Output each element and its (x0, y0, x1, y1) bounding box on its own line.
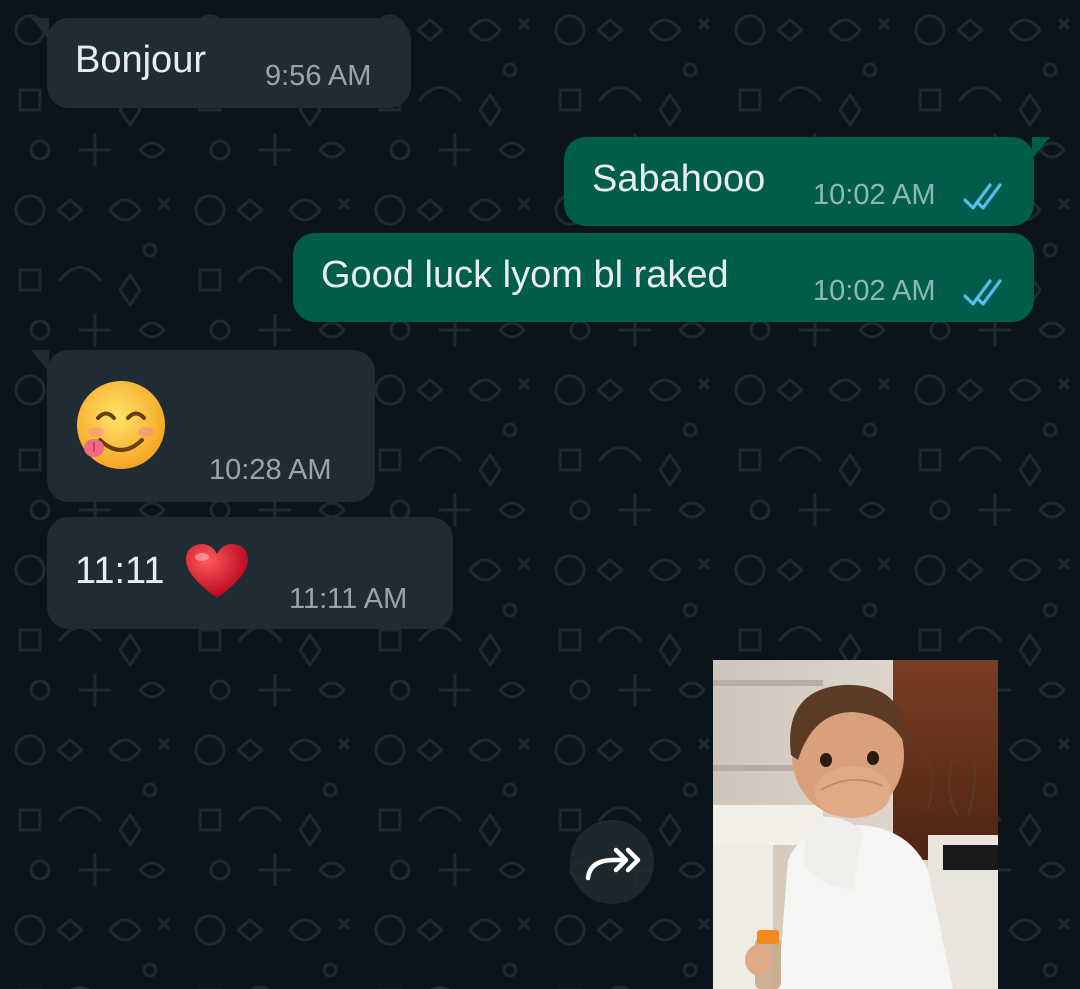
message-time: 10:02 AM (813, 275, 936, 307)
face-savoring-food-emoji (77, 381, 165, 469)
message-bubble-incoming[interactable]: Bonjour 9:56 AM (31, 18, 411, 108)
message-time: 9:56 AM (265, 60, 372, 92)
message-text: Sabahooo (592, 158, 766, 200)
message-bubble-incoming[interactable]: 11:11 11:11 AM (47, 517, 453, 629)
message-text: Good luck lyom bl raked (321, 254, 729, 296)
message-bubble-outgoing[interactable]: Sabahooo 10:02 AM (564, 137, 1050, 226)
message-time: 11:11 AM (289, 583, 408, 615)
bubble-tail (31, 350, 49, 372)
read-ticks-icon (963, 279, 1002, 306)
message-bubble-incoming[interactable]: 10:28 AM (31, 350, 375, 502)
message-time: 10:02 AM (813, 179, 936, 211)
message-text: 11:11 (75, 550, 165, 592)
read-ticks-icon (963, 183, 1002, 210)
bubble-tail (1032, 137, 1050, 159)
toddler-photo (713, 660, 998, 989)
bubble-tail (31, 18, 49, 40)
image-message[interactable] (713, 660, 998, 989)
message-bubble-outgoing[interactable]: Good luck lyom bl raked 10:02 AM (293, 233, 1034, 322)
forward-icon (585, 847, 641, 881)
message-text: Bonjour (75, 39, 206, 81)
message-time: 10:28 AM (209, 454, 332, 486)
forward-button[interactable] (570, 820, 654, 904)
red-heart-emoji (186, 544, 248, 598)
